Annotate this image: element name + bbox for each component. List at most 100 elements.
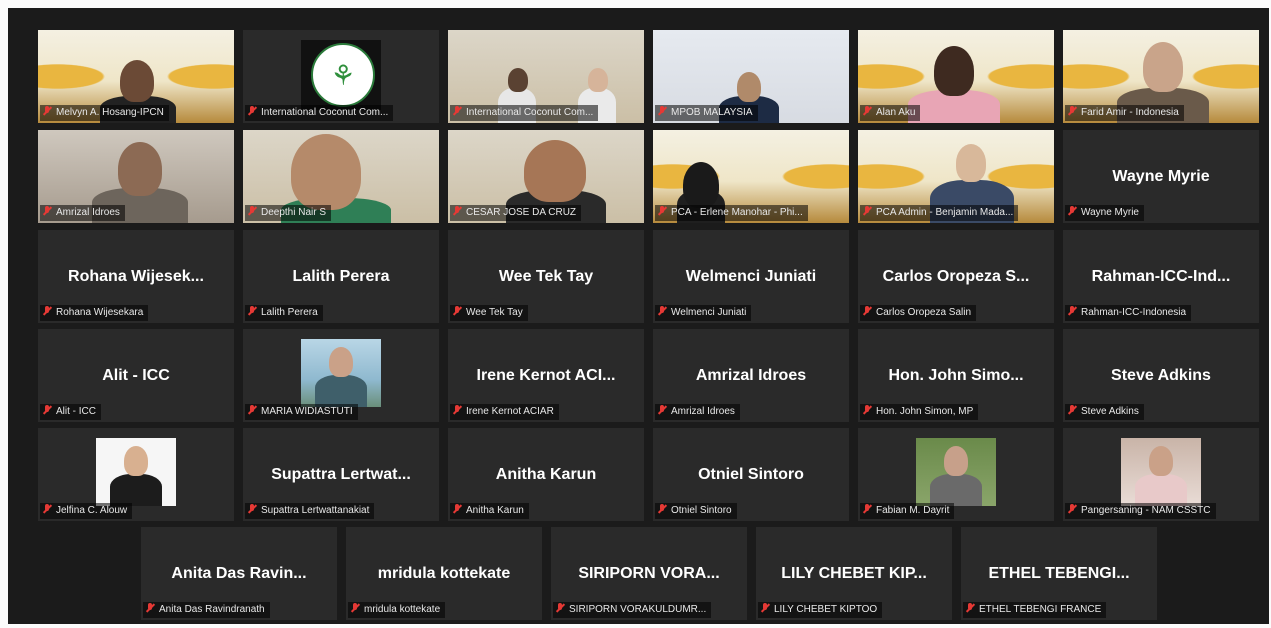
muted-microphone-icon	[43, 106, 51, 117]
participant-label-text: International Coconut Com...	[466, 107, 594, 118]
participant-name-label: Deepthi Nair S	[245, 205, 332, 221]
participant-name-label: International Coconut Com...	[245, 105, 394, 121]
participant-tile[interactable]: Pangersaning - NAM CSSTC	[1063, 428, 1259, 521]
profile-picture	[916, 438, 996, 506]
participant-name-label: Alit - ICC	[40, 404, 101, 420]
participant-tile[interactable]: Anitha Karun Anitha Karun	[448, 428, 644, 521]
participant-display-name: LILY CHEBET KIP...	[781, 565, 927, 582]
participant-body	[930, 474, 982, 506]
participant-tile[interactable]: CESAR JOSE DA CRUZ	[448, 130, 644, 223]
participant-display-name: SIRIPORN VORA...	[578, 565, 720, 582]
participant-name-label: Farid Amir - Indonesia	[1065, 105, 1184, 121]
participant-tile[interactable]: International Coconut Com...	[448, 30, 644, 123]
participant-tile[interactable]: Hon. John Simo... Hon. John Simon, MP	[858, 329, 1054, 422]
participant-label-text: Rahman-ICC-Indonesia	[1081, 307, 1187, 318]
participant-name-label: Wee Tek Tay	[450, 305, 528, 321]
participant-display-name: ETHEL TEBENGI...	[988, 565, 1130, 582]
muted-microphone-icon	[863, 206, 871, 217]
muted-microphone-icon	[453, 306, 461, 317]
muted-microphone-icon	[658, 504, 666, 515]
participant-tile[interactable]: LILY CHEBET KIP... LILY CHEBET KIPTOO	[756, 527, 952, 620]
participant-tile[interactable]: ⚘ International Coconut Com...	[243, 30, 439, 123]
participant-tile[interactable]: Irene Kernot ACI... Irene Kernot ACIAR	[448, 329, 644, 422]
participant-tile[interactable]: Alan Aku	[858, 30, 1054, 123]
participant-display-name: Steve Adkins	[1111, 367, 1211, 384]
participant-label-text: International Coconut Com...	[261, 107, 389, 118]
participant-tile[interactable]: Wayne Myrie Wayne Myrie	[1063, 130, 1259, 223]
participant-name-label: LILY CHEBET KIPTOO	[758, 602, 883, 618]
participant-label-text: Welmenci Juniati	[671, 307, 747, 318]
participant-name-label: Anitha Karun	[450, 503, 529, 519]
muted-microphone-icon	[43, 206, 51, 217]
muted-microphone-icon	[453, 206, 461, 217]
participant-tile[interactable]: Carlos Oropeza S... Carlos Oropeza Salin	[858, 230, 1054, 323]
muted-microphone-icon	[248, 405, 256, 416]
participant-tile[interactable]: Steve Adkins Steve Adkins	[1063, 329, 1259, 422]
participant-tile[interactable]: Amrizal Idroes	[38, 130, 234, 223]
participant-tile[interactable]: Fabian M. Dayrit	[858, 428, 1054, 521]
participant-tile[interactable]: SIRIPORN VORA... SIRIPORN VORAKULDUMR...	[551, 527, 747, 620]
participant-tile[interactable]: Rohana Wijesek... Rohana Wijesekara	[38, 230, 234, 323]
participant-name-label: PCA - Erlene Manohar - Phi...	[655, 205, 808, 221]
participant-tile[interactable]: Melvyn A. Hosang-IPCN	[38, 30, 234, 123]
participant-face	[291, 134, 361, 210]
participant-name-label: Wayne Myrie	[1065, 205, 1144, 221]
participant-tile[interactable]: MARIA WIDIASTUTI	[243, 329, 439, 422]
participant-tile[interactable]: PCA - Erlene Manohar - Phi...	[653, 130, 849, 223]
participant-name-label: Otniel Sintoro	[655, 503, 737, 519]
muted-microphone-icon	[43, 306, 51, 317]
participant-tile[interactable]: Otniel Sintoro Otniel Sintoro	[653, 428, 849, 521]
participant-label-text: LILY CHEBET KIPTOO	[774, 604, 878, 615]
participant-name-label: Hon. John Simon, MP	[860, 404, 979, 420]
participant-name-label: Alan Aku	[860, 105, 921, 121]
participant-face	[120, 60, 154, 102]
muted-microphone-icon	[1068, 405, 1076, 416]
participant-face	[956, 144, 986, 182]
participant-tile[interactable]: Jelfina C. Alouw	[38, 428, 234, 521]
participant-tile[interactable]: Lalith Perera Lalith Perera	[243, 230, 439, 323]
participant-name-label: ETHEL TEBENGI FRANCE	[963, 602, 1107, 618]
muted-microphone-icon	[248, 306, 256, 317]
participant-tile[interactable]: PCA Admin - Benjamin Mada...	[858, 130, 1054, 223]
profile-picture	[96, 438, 176, 506]
participant-label-text: Jelfina C. Alouw	[56, 505, 128, 516]
palm-tree-icon: ⚘	[311, 43, 375, 107]
participant-tile[interactable]: mridula kottekate mridula kottekate	[346, 527, 542, 620]
participant-label-text: SIRIPORN VORAKULDUMR...	[569, 604, 707, 615]
muted-microphone-icon	[146, 603, 154, 614]
participant-tile[interactable]: Alit - ICC Alit - ICC	[38, 329, 234, 422]
muted-microphone-icon	[658, 306, 666, 317]
participant-tile[interactable]: Supattra Lertwat... Supattra Lertwattanak…	[243, 428, 439, 521]
participant-tile[interactable]: Deepthi Nair S	[243, 130, 439, 223]
participant-label-text: Wee Tek Tay	[466, 307, 523, 318]
participant-tile[interactable]: Wee Tek Tay Wee Tek Tay	[448, 230, 644, 323]
muted-microphone-icon	[863, 504, 871, 515]
participant-tile[interactable]: Rahman-ICC-Ind... Rahman-ICC-Indonesia	[1063, 230, 1259, 323]
participant-tile[interactable]: MPOB MALAYSIA	[653, 30, 849, 123]
participant-body	[110, 474, 162, 506]
participant-tile[interactable]: ETHEL TEBENGI... ETHEL TEBENGI FRANCE	[961, 527, 1157, 620]
participant-label-text: Deepthi Nair S	[261, 207, 327, 218]
participant-name-label: Rohana Wijesekara	[40, 305, 149, 321]
participant-display-name: Lalith Perera	[292, 268, 390, 285]
participant-face	[588, 68, 608, 92]
muted-microphone-icon	[658, 405, 666, 416]
participant-face	[1143, 42, 1183, 92]
participant-tile[interactable]: Amrizal Idroes Amrizal Idroes	[653, 329, 849, 422]
participant-label-text: mridula kottekate	[364, 604, 441, 615]
participant-display-name: Irene Kernot ACI...	[476, 367, 616, 384]
participant-name-label: SIRIPORN VORAKULDUMR...	[553, 602, 712, 618]
organization-logo: ⚘	[301, 40, 381, 110]
muted-microphone-icon	[351, 603, 359, 614]
participant-face	[329, 347, 353, 377]
participant-label-text: Melvyn A. Hosang-IPCN	[56, 107, 164, 118]
muted-microphone-icon	[556, 603, 564, 614]
participant-tile[interactable]: Anita Das Ravin... Anita Das Ravindranath	[141, 527, 337, 620]
participant-tile[interactable]: Farid Amir - Indonesia	[1063, 30, 1259, 123]
participant-name-label: CESAR JOSE DA CRUZ	[450, 205, 582, 221]
muted-microphone-icon	[248, 106, 256, 117]
participant-display-name: Rohana Wijesek...	[68, 268, 204, 285]
participant-display-name: Amrizal Idroes	[695, 367, 807, 384]
muted-microphone-icon	[863, 306, 871, 317]
participant-tile[interactable]: Welmenci Juniati Welmenci Juniati	[653, 230, 849, 323]
